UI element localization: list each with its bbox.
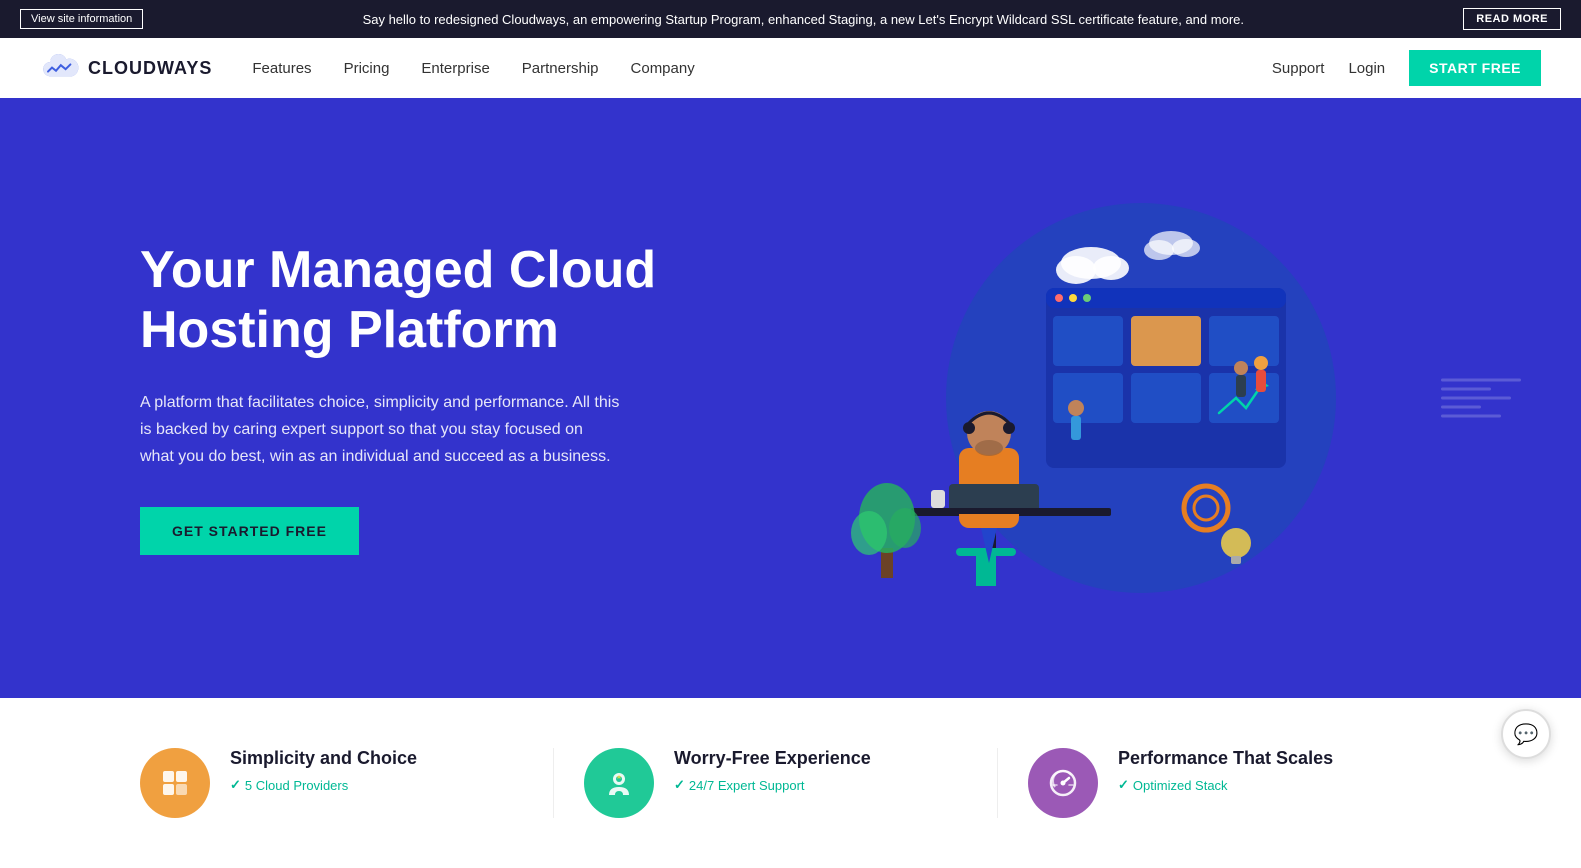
hero-decorative-lines — [1441, 373, 1521, 424]
hero-svg — [791, 168, 1351, 628]
site-info-button[interactable]: View site information — [20, 9, 143, 29]
chat-icon: 💬 — [1514, 722, 1539, 747]
logo-text: CLOUDWAYS — [88, 58, 212, 79]
feature-text-0: Simplicity and Choice 5 Cloud Providers — [230, 748, 417, 793]
chat-widget[interactable]: 💬 — [1501, 709, 1551, 759]
feature-sub-2: Optimized Stack — [1118, 777, 1333, 793]
feature-title-1: Worry-Free Experience — [674, 748, 871, 769]
hero-content: Your Managed Cloud Hosting Platform A pl… — [140, 241, 700, 554]
hero-illustration — [700, 168, 1441, 628]
navbar: CLOUDWAYS Features Pricing Enterprise Pa… — [0, 38, 1581, 98]
nav-enterprise[interactable]: Enterprise — [421, 60, 489, 77]
get-started-button[interactable]: GET STARTED FREE — [140, 507, 359, 555]
feature-icon-worry-free — [584, 748, 654, 818]
feature-icon-simplicity — [140, 748, 210, 818]
feature-sub-0: 5 Cloud Providers — [230, 777, 417, 793]
read-more-button[interactable]: READ MORE — [1463, 8, 1561, 30]
feature-sub-1: 24/7 Expert Support — [674, 777, 871, 793]
feature-text-2: Performance That Scales Optimized Stack — [1118, 748, 1333, 793]
nav-links: Features Pricing Enterprise Partnership … — [252, 60, 1232, 77]
feature-icon-performance — [1028, 748, 1098, 818]
worry-free-icon — [601, 765, 637, 801]
hero-title: Your Managed Cloud Hosting Platform — [140, 241, 700, 361]
feature-item-0: Simplicity and Choice 5 Cloud Providers — [140, 748, 554, 818]
logo[interactable]: CLOUDWAYS — [40, 53, 212, 83]
cloudways-logo-icon — [40, 53, 80, 83]
simplicity-icon — [157, 765, 193, 801]
hero-section: Your Managed Cloud Hosting Platform A pl… — [0, 98, 1581, 698]
nav-company[interactable]: Company — [631, 60, 695, 77]
nav-pricing[interactable]: Pricing — [344, 60, 390, 77]
feature-item-2: Performance That Scales Optimized Stack — [998, 748, 1441, 818]
nav-partnership[interactable]: Partnership — [522, 60, 599, 77]
announcement-text: Say hello to redesigned Cloudways, an em… — [155, 12, 1451, 27]
login-link[interactable]: Login — [1348, 60, 1385, 77]
feature-title-2: Performance That Scales — [1118, 748, 1333, 769]
feature-title-0: Simplicity and Choice — [230, 748, 417, 769]
hero-subtitle: A platform that facilitates choice, simp… — [140, 389, 620, 471]
announcement-bar: View site information Say hello to redes… — [0, 0, 1581, 38]
features-bar: Simplicity and Choice 5 Cloud Providers … — [0, 698, 1581, 868]
performance-icon — [1045, 765, 1081, 801]
start-free-button[interactable]: START FREE — [1409, 50, 1541, 86]
nav-right: Support Login START FREE — [1272, 50, 1541, 86]
feature-text-1: Worry-Free Experience 24/7 Expert Suppor… — [674, 748, 871, 793]
support-link[interactable]: Support — [1272, 60, 1325, 77]
feature-item-1: Worry-Free Experience 24/7 Expert Suppor… — [554, 748, 998, 818]
nav-features[interactable]: Features — [252, 60, 311, 77]
